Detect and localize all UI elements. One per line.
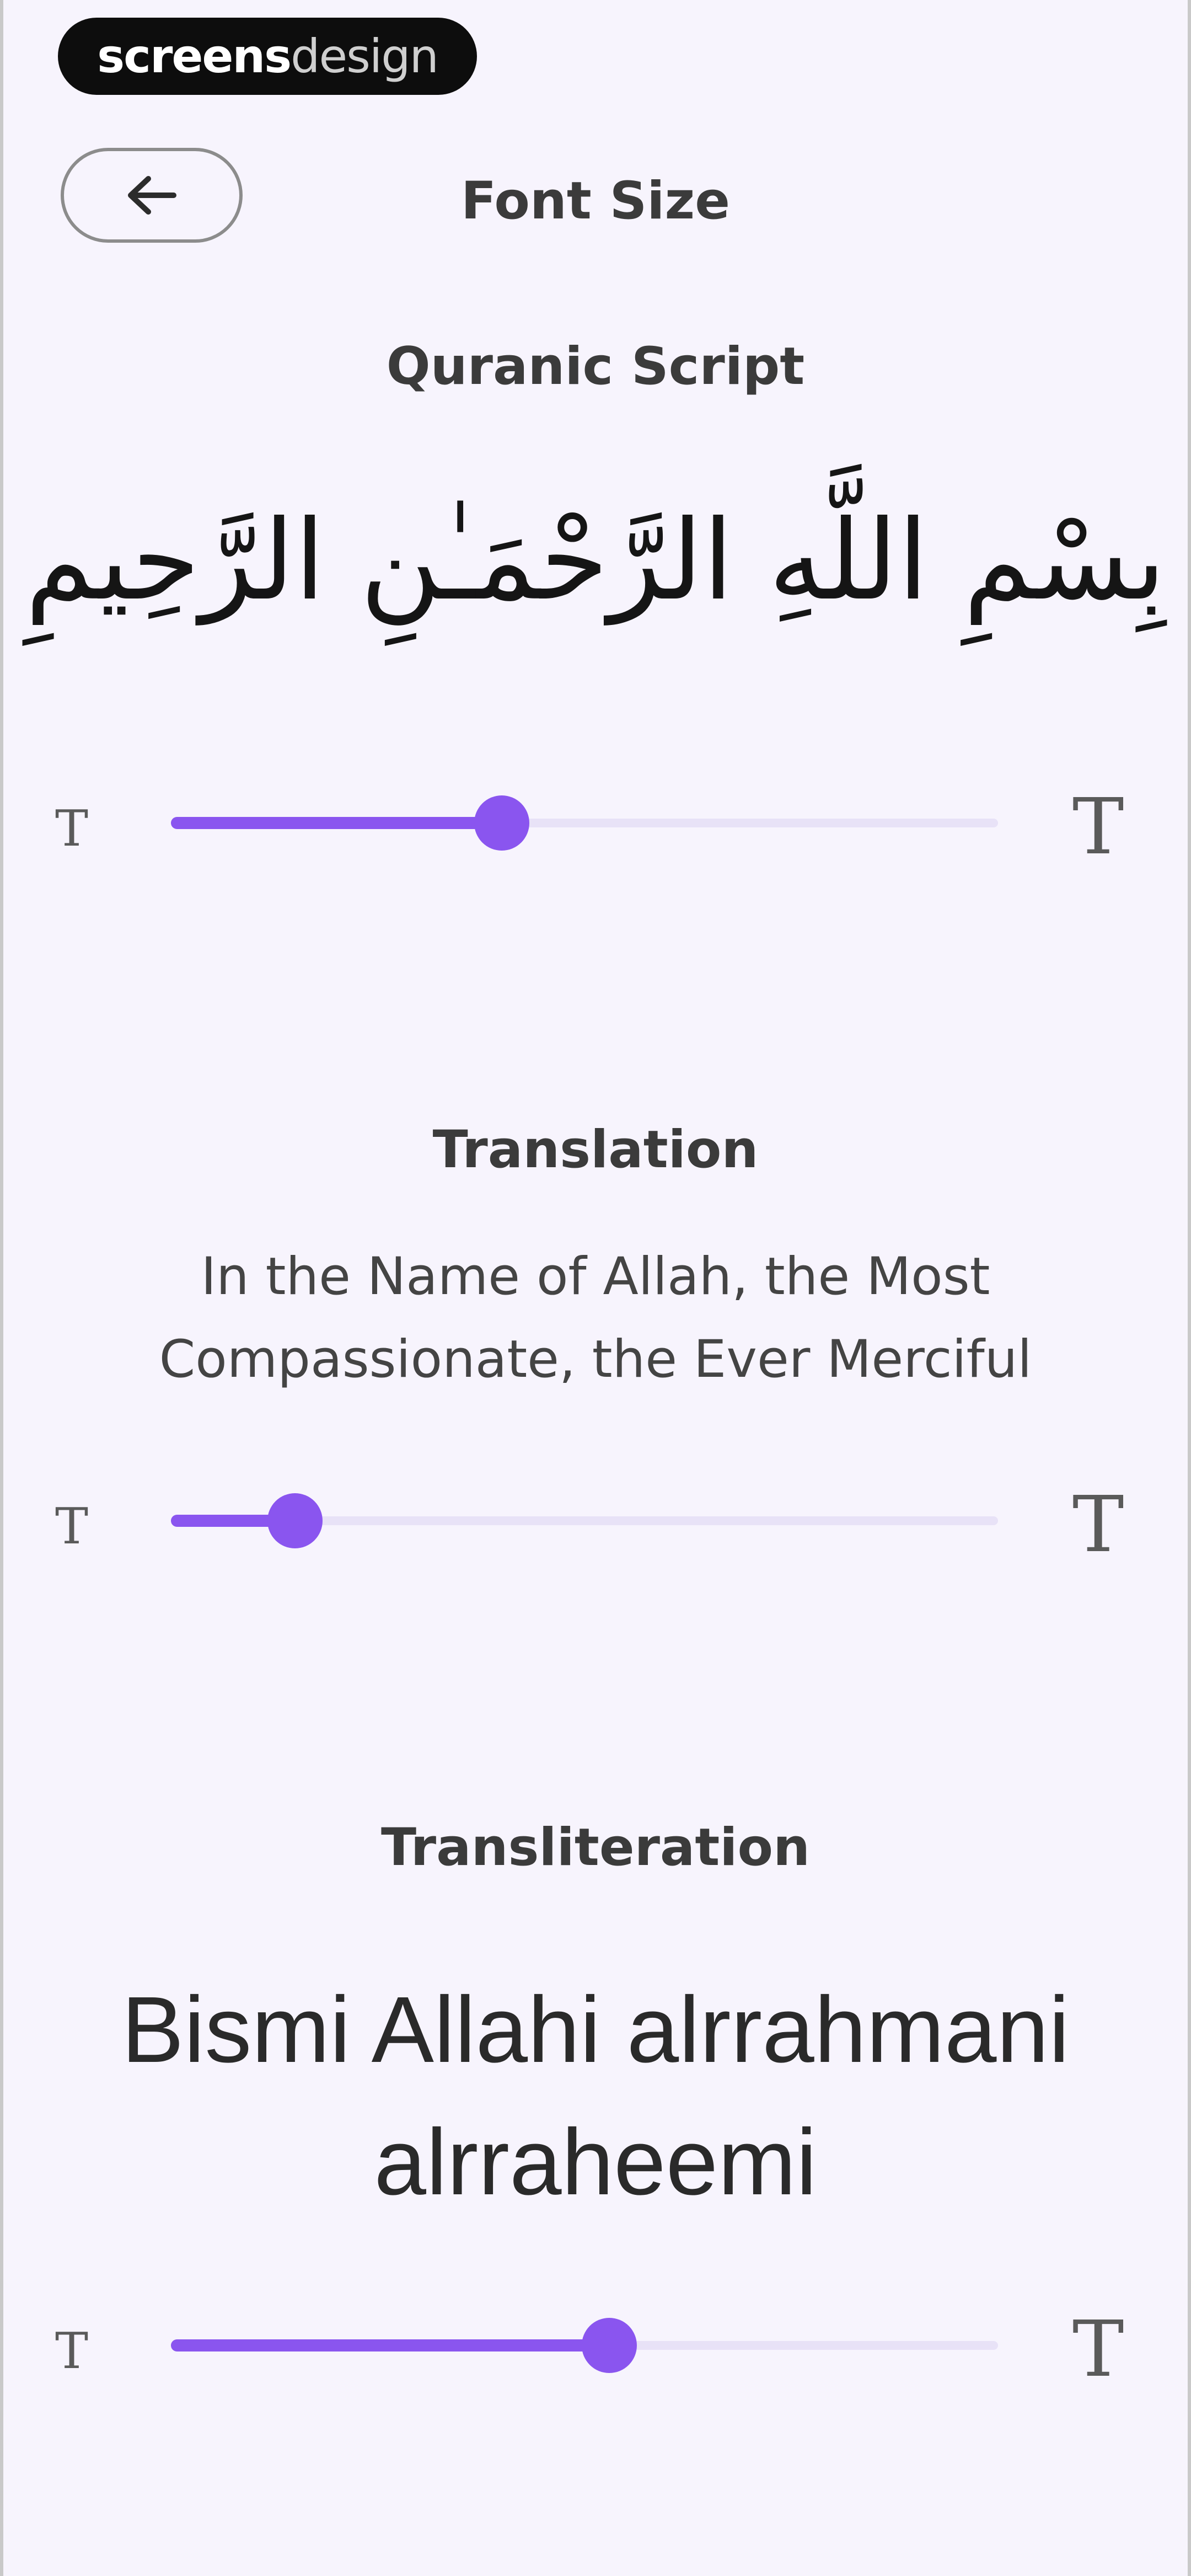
- text-size-large-icon: T: [1072, 1480, 1124, 1570]
- slider-track[interactable]: [171, 2318, 998, 2373]
- transliteration-line-1: Bismi Allahi alrrahmani: [121, 1978, 1070, 2082]
- section-title-transliteration: Transliteration: [380, 1818, 811, 1878]
- text-size-large-icon: T: [1072, 2305, 1124, 2395]
- slider-fill: [171, 817, 502, 829]
- text-size-small-icon: T: [55, 2322, 89, 2380]
- quranic-script-font-slider: T T: [0, 767, 1191, 877]
- brand-logo-part2: design: [291, 29, 439, 83]
- text-size-small-icon: T: [55, 800, 89, 858]
- translation-preview: In the Name of Allah, the Most Compassio…: [159, 1247, 1032, 1389]
- transliteration-font-slider: T T: [0, 2289, 1191, 2399]
- transliteration-preview: Bismi Allahi alrrahmani alrraheemi: [33, 1964, 1158, 2228]
- page-title: Font Size: [461, 171, 730, 231]
- quranic-script-preview: بِسْمِ اللَّهِ الرَّحْمَـٰنِ الرَّحِيمِ: [25, 496, 1166, 625]
- section-title-translation: Translation: [432, 1120, 759, 1180]
- brand-logo-part1: screens: [97, 29, 292, 83]
- slider-track[interactable]: [171, 1493, 998, 1548]
- slider-thumb[interactable]: [582, 2318, 637, 2373]
- brand-logo: screensdesign: [58, 18, 477, 95]
- slider-thumb[interactable]: [474, 795, 529, 851]
- section-title-quranic-script: Quranic Script: [386, 336, 805, 397]
- transliteration-line-2: alrraheemi: [374, 2110, 817, 2215]
- slider-thumb[interactable]: [267, 1493, 323, 1548]
- text-size-large-icon: T: [1072, 782, 1124, 872]
- slider-track[interactable]: [171, 795, 998, 851]
- translation-font-slider: T T: [0, 1465, 1191, 1575]
- text-size-small-icon: T: [55, 1498, 89, 1556]
- slider-fill: [171, 2339, 609, 2351]
